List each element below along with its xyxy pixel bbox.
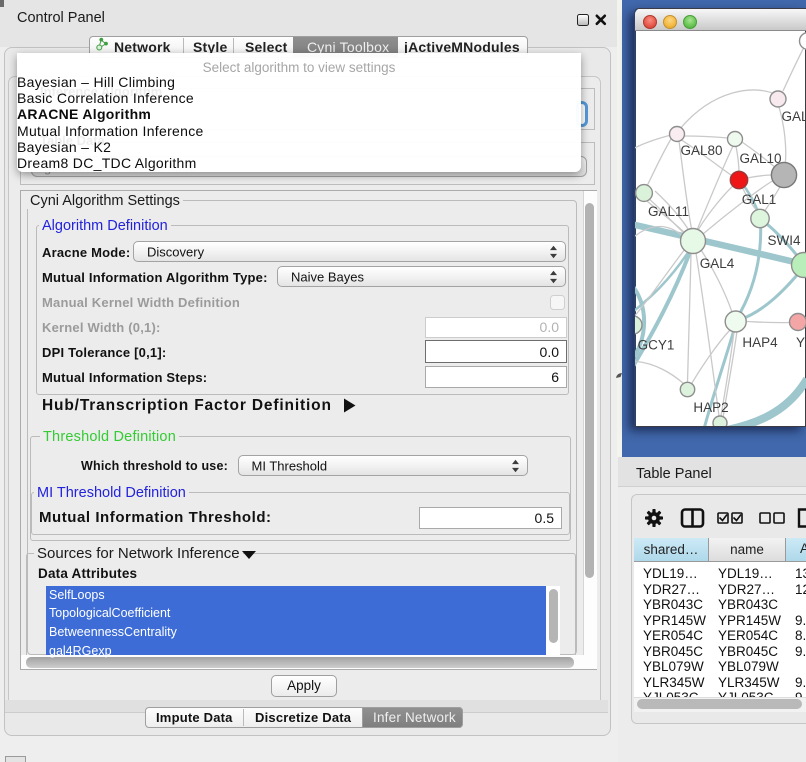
svg-text:HAP4: HAP4 xyxy=(742,335,778,350)
svg-text:SWI4: SWI4 xyxy=(767,233,800,248)
svg-text:GAL10: GAL10 xyxy=(739,151,781,166)
svg-text:Y: Y xyxy=(796,335,805,350)
svg-text:GAL80: GAL80 xyxy=(680,143,722,158)
svg-text:GAL1: GAL1 xyxy=(742,192,777,207)
svg-text:GCY1: GCY1 xyxy=(638,338,675,353)
svg-text:GAL: GAL xyxy=(782,109,806,124)
svg-text:GAL4: GAL4 xyxy=(700,256,735,271)
svg-text:HAP2: HAP2 xyxy=(693,400,728,415)
svg-text:GAL11: GAL11 xyxy=(648,204,689,219)
